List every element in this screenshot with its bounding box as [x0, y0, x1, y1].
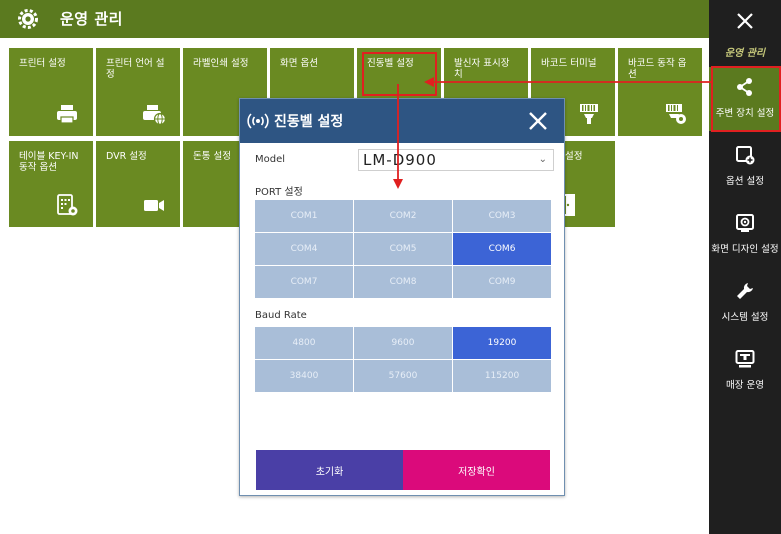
- port-com8[interactable]: COM8: [354, 266, 452, 298]
- baud-4800[interactable]: 4800: [255, 327, 353, 359]
- page-title: 운영 관리: [60, 10, 123, 28]
- pos-terminal-icon: [735, 350, 755, 368]
- screen-design-icon: [736, 214, 754, 232]
- wrench-icon: [737, 283, 753, 299]
- page-header: 운영 관리: [0, 0, 709, 38]
- sidebar-item-label: 화면 디자인 설정: [711, 244, 779, 255]
- port-com1[interactable]: COM1: [255, 200, 353, 232]
- tile-label: 테이블 KEY-IN 동작 옵션: [19, 151, 79, 173]
- reset-button[interactable]: 초기화: [256, 450, 403, 490]
- tile-table-keyin[interactable]: 테이블 KEY-IN 동작 옵션: [9, 141, 93, 227]
- printer-icon: [57, 105, 77, 124]
- printer-globe-icon: [143, 105, 166, 125]
- highlight-vibration-bell-tile: [362, 52, 437, 96]
- port-label: PORT 설정: [255, 187, 303, 198]
- close-button[interactable]: [709, 0, 781, 42]
- tile-label: 화면 옵션: [280, 58, 318, 69]
- vibration-bell-dialog: 진동벨 설정 Model LM-D900 ⌄ PORT 설정 COM1 COM2…: [239, 98, 565, 496]
- app-root: 운영 관리 프린터 설정 프린터 언어 설 정 라벨인쇄 설정 화면 옵션 진동…: [0, 0, 781, 534]
- sidebar-item-label: 옵션 설정: [726, 176, 764, 187]
- port-com9[interactable]: COM9: [453, 266, 551, 298]
- model-value: LM-D900: [363, 151, 437, 169]
- port-com6[interactable]: COM6: [453, 233, 551, 265]
- port-com5[interactable]: COM5: [354, 233, 452, 265]
- baud-115200[interactable]: 115200: [453, 360, 551, 392]
- close-icon: [737, 13, 753, 29]
- sidebar-item-system[interactable]: 시스템 설정: [709, 271, 781, 335]
- tile-barcode-options[interactable]: 바코드 동작 옵 션: [618, 48, 702, 136]
- sidebar-item-label: 시스템 설정: [721, 312, 769, 323]
- barcode-scanner-icon: [580, 104, 598, 124]
- baud-19200[interactable]: 19200: [453, 327, 551, 359]
- dialog-title: 진동벨 설정: [274, 114, 344, 130]
- tile-label: 프린터 언어 설 정: [106, 58, 165, 80]
- dialog-header: 진동벨 설정: [240, 99, 564, 143]
- window-plus-icon: [736, 146, 755, 165]
- keypad-settings-icon: [57, 194, 78, 216]
- gear-icon: [18, 9, 38, 29]
- highlight-peripherals-item: [711, 66, 781, 132]
- baud-label: Baud Rate: [255, 310, 307, 321]
- sidebar-item-label: 매장 운영: [726, 380, 764, 391]
- sidebar-item-store[interactable]: 매장 운영: [709, 339, 781, 403]
- tile-label: 라벨인쇄 설정: [193, 58, 249, 69]
- chevron-down-icon: ⌄: [538, 154, 547, 165]
- wireless-icon: [247, 113, 269, 129]
- dialog-close-button[interactable]: [526, 109, 550, 133]
- port-com4[interactable]: COM4: [255, 233, 353, 265]
- model-label: Model: [255, 154, 286, 165]
- model-select[interactable]: LM-D900 ⌄: [358, 149, 554, 171]
- sidebar-item-options[interactable]: 옵션 설정: [709, 135, 781, 199]
- sidebar-section-title: 운영 관리: [724, 48, 766, 59]
- port-com2[interactable]: COM2: [354, 200, 452, 232]
- camera-icon: [144, 200, 164, 211]
- baud-57600[interactable]: 57600: [354, 360, 452, 392]
- port-com7[interactable]: COM7: [255, 266, 353, 298]
- tile-label: 프린터 설정: [19, 58, 66, 69]
- tile-printer-settings[interactable]: 프린터 설정: [9, 48, 93, 136]
- tile-label: DVR 설정: [106, 151, 147, 162]
- tile-label: 설정: [565, 151, 583, 162]
- save-button[interactable]: 저장확인: [403, 450, 550, 490]
- baud-38400[interactable]: 38400: [255, 360, 353, 392]
- tile-dvr[interactable]: DVR 설정: [96, 141, 180, 227]
- baud-9600[interactable]: 9600: [354, 327, 452, 359]
- tile-label: 바코드 동작 옵 션: [628, 58, 687, 80]
- barcode-settings-icon: [666, 104, 686, 124]
- tile-label: 바코드 터미널: [541, 58, 597, 69]
- tile-label: 발신자 표시장 치: [454, 58, 510, 80]
- sidebar-item-screen-design[interactable]: 화면 디자인 설정: [709, 203, 781, 267]
- tile-printer-language[interactable]: 프린터 언어 설 정: [96, 48, 180, 136]
- port-com3[interactable]: COM3: [453, 200, 551, 232]
